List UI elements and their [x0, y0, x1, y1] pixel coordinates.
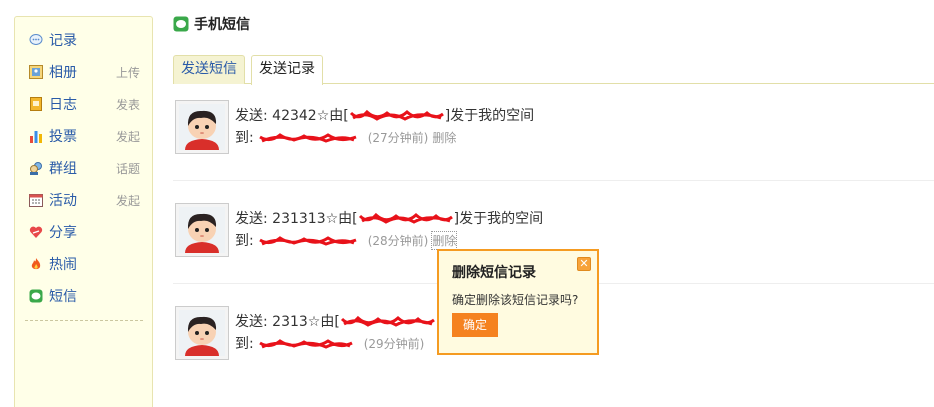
- heart-icon: [29, 225, 43, 239]
- list-item: 发送: 42342☆由[ ]发于我的空间 到: (27分钟前) 删除: [173, 100, 934, 200]
- page-title: 手机短信: [173, 14, 250, 34]
- message-time: (27分钟前): [367, 130, 429, 145]
- to-label: 到:: [235, 336, 254, 352]
- sidebar-item-label: 分享: [49, 225, 77, 241]
- page-title-text: 手机短信: [194, 17, 250, 33]
- message-text-suffix: ]发于我的空间: [444, 108, 535, 124]
- message-recipient-line: 到: (27分钟前) 删除: [235, 127, 456, 147]
- redacted-recipient: [258, 234, 358, 246]
- message-recipient-line: 到: (29分钟前): [235, 333, 424, 353]
- speech-bubble-icon: [29, 33, 43, 47]
- notebook-icon: [29, 97, 43, 111]
- sidebar-item-sms[interactable]: 短信: [29, 285, 154, 307]
- calendar-icon: [29, 193, 43, 207]
- redacted-name: [349, 109, 445, 121]
- confirm-button[interactable]: 确定: [452, 313, 498, 337]
- sidebar-item-label: 记录: [49, 33, 77, 49]
- sidebar-item-album[interactable]: 相册 上传: [29, 61, 154, 83]
- to-label: 到:: [235, 233, 254, 249]
- sidebar-item-events[interactable]: 活动 发起: [29, 189, 154, 211]
- sidebar-divider: [25, 320, 143, 321]
- redacted-recipient: [258, 131, 358, 143]
- upload-link[interactable]: 上传: [116, 64, 140, 81]
- bar-chart-icon: [29, 129, 43, 143]
- message-content: 发送: 42342☆由[ ]发于我的空间: [235, 105, 534, 125]
- sms-icon: [29, 289, 43, 303]
- avatar[interactable]: [175, 203, 229, 257]
- delete-link[interactable]: 删除: [432, 129, 456, 146]
- group-icon: [29, 161, 43, 175]
- sidebar-item-records[interactable]: 记录: [29, 29, 154, 51]
- row-divider: [173, 180, 934, 181]
- close-icon[interactable]: ✕: [577, 257, 591, 271]
- fire-icon: [29, 257, 43, 271]
- tab-send-sms[interactable]: 发送短信: [173, 55, 245, 84]
- sidebar-item-blog[interactable]: 日志 发表: [29, 93, 154, 115]
- tab-bar: 发送短信 发送记录: [173, 55, 934, 85]
- message-text-suffix: ]发于我的空间: [453, 211, 544, 227]
- to-label: 到:: [235, 130, 254, 146]
- sidebar-item-poll[interactable]: 投票 发起: [29, 125, 154, 147]
- sidebar: 记录 相册 上传 日志 发表 投票 发起 群组 话题 活动 发起 分享 热闹 短…: [14, 16, 153, 407]
- dialog-title: 删除短信记录: [452, 265, 536, 281]
- message-content: 发送: 2313☆由[: [235, 311, 436, 331]
- delete-link[interactable]: 删除: [431, 230, 458, 250]
- sidebar-item-hot[interactable]: 热闹: [29, 253, 154, 275]
- message-content: 发送: 231313☆由[ ]发于我的空间: [235, 208, 543, 228]
- sidebar-item-label: 热闹: [49, 257, 77, 273]
- sidebar-item-group[interactable]: 群组 话题: [29, 157, 154, 179]
- redacted-name: [358, 212, 454, 224]
- message-time: (28分钟前): [367, 233, 429, 248]
- sidebar-item-share[interactable]: 分享: [29, 221, 154, 243]
- sidebar-item-label: 投票: [49, 129, 77, 145]
- avatar[interactable]: [175, 100, 229, 154]
- topic-link[interactable]: 话题: [116, 160, 140, 177]
- sidebar-item-label: 短信: [49, 289, 77, 305]
- sidebar-item-label: 群组: [49, 161, 77, 177]
- photo-album-icon: [29, 65, 43, 79]
- avatar[interactable]: [175, 306, 229, 360]
- sidebar-item-label: 活动: [49, 193, 77, 209]
- start-poll-link[interactable]: 发起: [116, 128, 140, 145]
- sidebar-item-label: 日志: [49, 97, 77, 113]
- sms-icon: [173, 16, 189, 32]
- message-text: 发送: 231313☆由[: [235, 211, 358, 227]
- dialog-message: 确定删除该短信记录吗?: [452, 293, 579, 307]
- redacted-name: [340, 315, 436, 327]
- redacted-recipient: [258, 337, 354, 349]
- message-text: 发送: 42342☆由[: [235, 108, 349, 124]
- tab-send-records[interactable]: 发送记录: [251, 55, 323, 85]
- sidebar-item-label: 相册: [49, 65, 77, 81]
- message-text: 发送: 2313☆由[: [235, 314, 340, 330]
- start-event-link[interactable]: 发起: [116, 192, 140, 209]
- message-time: (29分钟前): [363, 336, 425, 351]
- publish-link[interactable]: 发表: [116, 96, 140, 113]
- delete-confirm-dialog: 删除短信记录 ✕ 确定删除该短信记录吗? 确定: [437, 249, 599, 355]
- message-recipient-line: 到: (28分钟前) 删除: [235, 230, 458, 250]
